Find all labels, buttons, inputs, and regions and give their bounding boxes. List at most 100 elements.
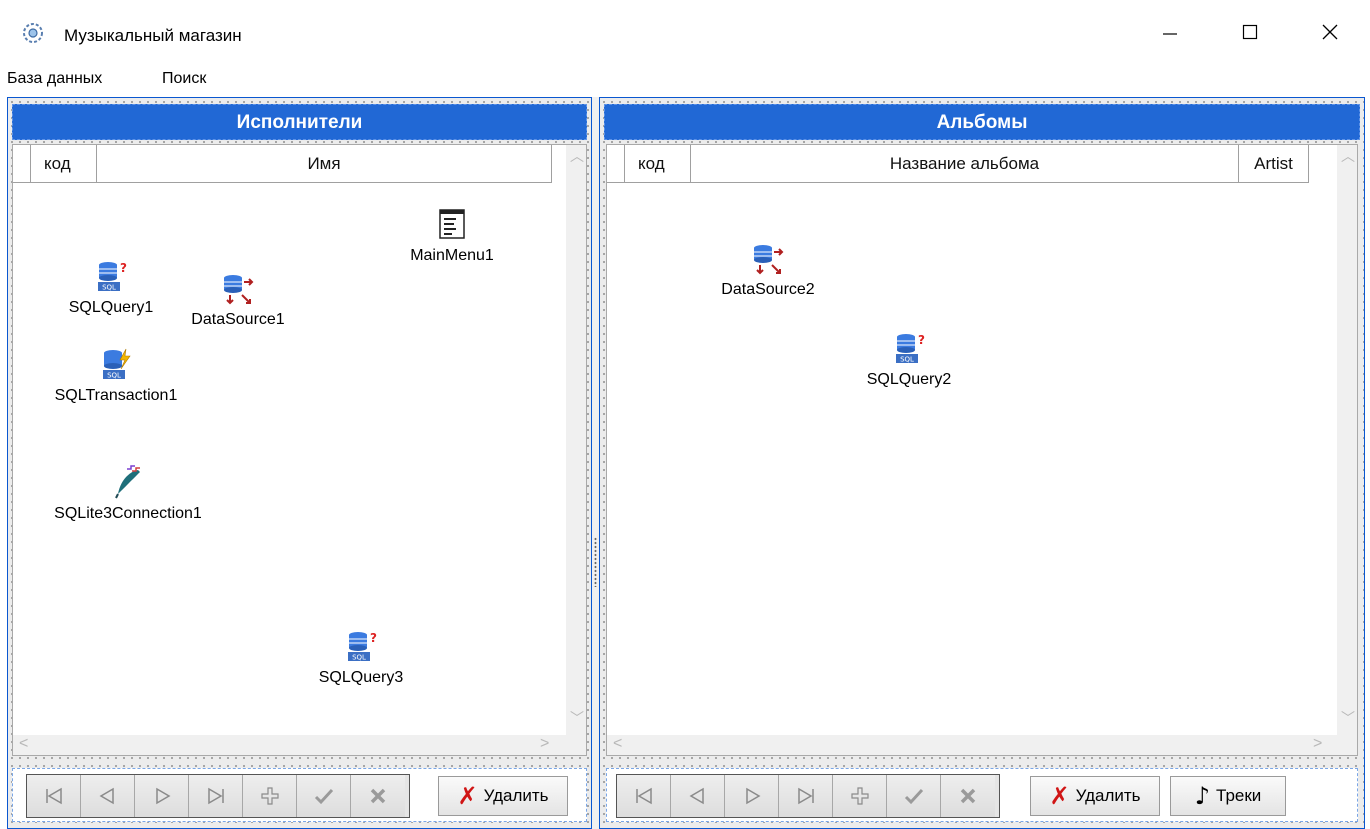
tracks-button[interactable]: ♪ Треки: [1170, 776, 1286, 816]
scroll-right-icon[interactable]: >: [1313, 736, 1322, 752]
vertical-scrollbar[interactable]: ︿ ﹀: [1337, 145, 1357, 737]
component-sqltransaction1[interactable]: SQL SQLTransaction1: [46, 346, 186, 405]
last-icon: [207, 787, 224, 805]
close-icon: [1322, 24, 1338, 40]
nav-last-button[interactable]: [779, 775, 833, 817]
menu-bar: База данных Поиск: [0, 64, 1370, 96]
component-sqlquery2[interactable]: ? SQL SQLQuery2: [854, 330, 964, 389]
scroll-up-icon[interactable]: ︿: [1341, 149, 1355, 163]
nav-prior-button[interactable]: [81, 775, 135, 817]
music-note-icon: ♪: [1194, 782, 1211, 810]
menu-search[interactable]: Поиск: [162, 70, 206, 88]
scroll-right-icon[interactable]: >: [540, 736, 549, 752]
nav-last-button[interactable]: [189, 775, 243, 817]
albums-panel: Альбомы код Название альбома Artist ︿ ﹀ …: [599, 97, 1365, 829]
scroll-left-icon[interactable]: <: [613, 736, 622, 752]
svg-text:?: ?: [370, 631, 377, 645]
column-header-name[interactable]: Имя: [97, 145, 552, 183]
panel-splitter[interactable]: [592, 97, 599, 829]
menu-database[interactable]: База данных: [7, 70, 102, 88]
horizontal-scrollbar[interactable]: < >: [607, 735, 1357, 755]
artists-header: Исполнители: [12, 104, 587, 140]
close-button[interactable]: [1290, 0, 1370, 64]
nav-post-button[interactable]: [887, 775, 941, 817]
post-icon: [314, 788, 333, 805]
component-datasource1[interactable]: DataSource1: [178, 270, 298, 329]
column-header-album-name[interactable]: Название альбома: [691, 145, 1239, 183]
svg-text:?: ?: [918, 333, 925, 347]
maximize-icon: [1242, 24, 1258, 40]
prior-icon: [689, 787, 704, 805]
artists-panel: Исполнители код Имя ︿ ﹀ < > MainMenu1 ? …: [7, 97, 592, 829]
gear-app-icon: [23, 23, 43, 43]
component-sqlquery1[interactable]: ? SQL SQLQuery1: [56, 258, 166, 317]
artists-grid-header: код Имя: [13, 145, 568, 183]
delete-label: Удалить: [483, 786, 549, 805]
artists-delete-button[interactable]: ✗ Удалить: [438, 776, 568, 816]
title-bar: Музыкальный магазин: [0, 0, 1370, 64]
insert-icon: [260, 787, 279, 805]
column-header-artist[interactable]: Artist: [1239, 145, 1309, 183]
scroll-down-icon[interactable]: ﹀: [1341, 711, 1355, 725]
scroll-down-icon[interactable]: ﹀: [570, 711, 584, 725]
albums-delete-button[interactable]: ✗ Удалить: [1030, 776, 1160, 816]
horizontal-scrollbar[interactable]: < >: [13, 735, 586, 755]
data-source-icon: [224, 275, 254, 305]
insert-icon: [850, 787, 869, 805]
data-source-icon: [754, 245, 784, 275]
next-icon: [745, 787, 760, 805]
nav-next-button[interactable]: [135, 775, 189, 817]
splitter-grip-icon[interactable]: [594, 537, 597, 587]
vertical-scrollbar[interactable]: ︿ ﹀: [566, 145, 586, 737]
nav-insert-button[interactable]: [833, 775, 887, 817]
svg-text:SQL: SQL: [107, 372, 121, 380]
nav-first-button[interactable]: [617, 775, 671, 817]
cancel-icon: [960, 788, 976, 804]
first-icon: [45, 787, 62, 805]
nav-insert-button[interactable]: [243, 775, 297, 817]
component-sqlite3connection1[interactable]: SQLite3Connection1: [38, 464, 218, 523]
component-label: SQLTransaction1: [46, 387, 186, 405]
row-indicator-header: [607, 145, 625, 183]
row-indicator-header: [13, 145, 31, 183]
tracks-label: Треки: [1216, 786, 1262, 805]
component-label: SQLQuery2: [854, 371, 964, 389]
last-icon: [797, 787, 814, 805]
component-sqlquery3[interactable]: ? SQL SQLQuery3: [306, 628, 416, 687]
maximize-button[interactable]: [1210, 0, 1290, 64]
nav-cancel-button[interactable]: [351, 775, 405, 817]
nav-prior-button[interactable]: [671, 775, 725, 817]
nav-post-button[interactable]: [297, 775, 351, 817]
scroll-left-icon[interactable]: <: [19, 736, 28, 752]
svg-text:SQL: SQL: [900, 356, 914, 364]
column-header-code[interactable]: код: [625, 145, 691, 183]
main-menu-icon: [439, 209, 465, 239]
svg-text:SQL: SQL: [352, 654, 366, 662]
component-datasource2[interactable]: DataSource2: [708, 240, 828, 299]
sql-query-icon: ? SQL: [348, 631, 377, 662]
component-label: MainMenu1: [392, 247, 512, 265]
first-icon: [635, 787, 652, 805]
minimize-button[interactable]: [1130, 0, 1210, 64]
minimize-icon: [1163, 33, 1177, 35]
component-label: DataSource2: [708, 281, 828, 299]
nav-cancel-button[interactable]: [941, 775, 995, 817]
sql-query-icon: ? SQL: [98, 261, 127, 292]
nav-next-button[interactable]: [725, 775, 779, 817]
scroll-up-icon[interactable]: ︿: [570, 149, 584, 163]
albums-db-navigator: [616, 774, 1000, 818]
delete-x-icon: ✗: [1049, 782, 1070, 810]
albums-grid[interactable]: код Название альбома Artist ︿ ﹀ < >: [606, 144, 1358, 756]
delete-label: Удалить: [1075, 786, 1141, 805]
prior-icon: [99, 787, 114, 805]
nav-first-button[interactable]: [27, 775, 81, 817]
sql-query-icon: ? SQL: [896, 333, 925, 364]
component-label: SQLite3Connection1: [38, 505, 218, 523]
sql-transaction-icon: SQL: [103, 348, 131, 380]
component-mainmenu1[interactable]: MainMenu1: [392, 206, 512, 265]
component-label: DataSource1: [178, 311, 298, 329]
column-header-code[interactable]: код: [31, 145, 97, 183]
next-icon: [155, 787, 170, 805]
cancel-icon: [370, 788, 386, 804]
albums-header: Альбомы: [604, 104, 1360, 140]
